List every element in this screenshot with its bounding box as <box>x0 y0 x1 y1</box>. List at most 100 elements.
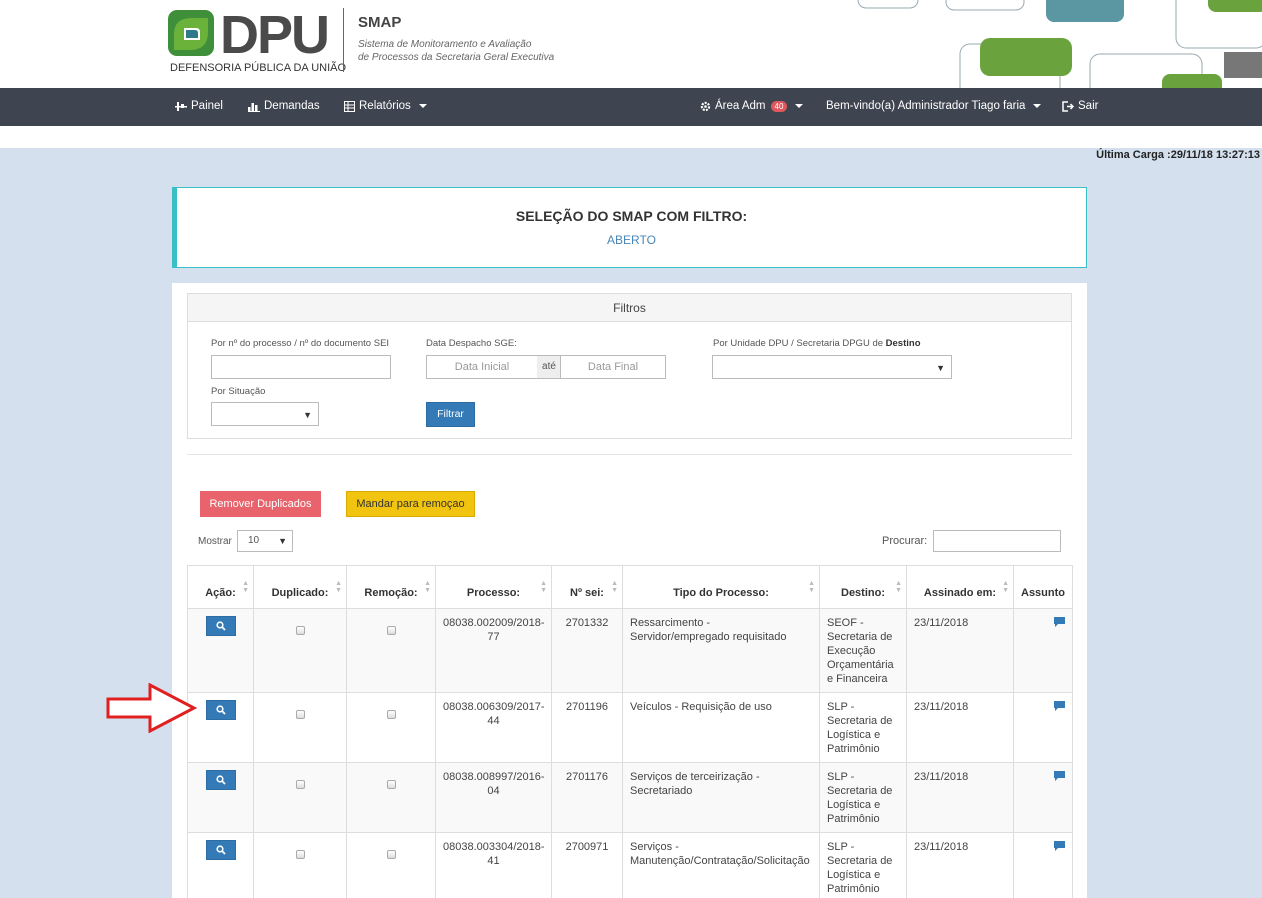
col-header-sei[interactable]: Nº sei: ▲ ▼ <box>551 565 623 609</box>
app-description-line1: Sistema de Monitoramento e Avaliação <box>358 39 532 50</box>
top-header: DPU DEFENSORIA PÚBLICA DA UNIÃO SMAP Sis… <box>0 0 1262 88</box>
divider <box>187 454 1072 455</box>
process-number: 08038.003304/2018-41 <box>435 832 552 898</box>
duplicate-checkbox[interactable] <box>295 710 305 719</box>
nav-demandas[interactable]: Demandas <box>248 100 320 112</box>
subject-cell <box>1013 608 1073 693</box>
comment-icon[interactable] <box>1054 841 1065 851</box>
nav-logout[interactable]: Sair <box>1062 100 1098 112</box>
comment-icon[interactable] <box>1054 701 1065 711</box>
content-panel: Filtros Por nº do processo / nº do docum… <box>172 283 1087 898</box>
last-load-timestamp: Última Carga :29/11/18 13:27:13 <box>1096 149 1260 161</box>
destination: SLP - Secretaria de Logística e Patrimôn… <box>819 692 907 763</box>
subheader-strip <box>0 126 1262 148</box>
action-cell <box>187 608 254 693</box>
col-header-duplicado[interactable]: Duplicado: ▲ ▼ <box>253 565 347 609</box>
situation-select[interactable]: ▼ <box>211 402 319 426</box>
col-header-label: Processo: <box>466 587 521 599</box>
col-header-processo[interactable]: Processo: ▲ ▼ <box>435 565 552 609</box>
col-header-tipo[interactable]: Tipo do Processo: ▲ ▼ <box>622 565 820 609</box>
comment-icon[interactable] <box>1054 771 1065 781</box>
search-icon <box>215 621 226 631</box>
notification-badge: 40 <box>770 100 788 112</box>
col-header-destino[interactable]: Destino: ▲ ▼ <box>819 565 907 609</box>
removal-checkbox[interactable] <box>386 626 396 635</box>
logout-icon <box>1062 100 1074 112</box>
process-type: Serviços - Manutenção/Contratação/Solici… <box>622 832 820 898</box>
situation-filter-label: Por Situação <box>211 386 266 397</box>
unit-filter-label-text: Por Unidade DPU / Secretaria DPGU de <box>713 338 886 349</box>
col-header-acao[interactable]: Ação: ▲ ▼ <box>187 565 254 609</box>
nav-user-menu[interactable]: Bem-vindo(a) Administrador Tiago faria <box>826 100 1042 112</box>
select-arrow-icon: ▼ <box>936 363 945 373</box>
filter-button[interactable]: Filtrar <box>426 402 475 427</box>
sort-icon: ▲ ▼ <box>611 580 618 594</box>
nav-logout-label: Sair <box>1078 100 1099 112</box>
removal-cell <box>346 762 436 833</box>
col-header-label: Nº sei: <box>570 587 604 599</box>
select-arrow-icon: ▼ <box>278 536 287 546</box>
sort-icon: ▲ ▼ <box>808 580 815 594</box>
removal-checkbox[interactable] <box>386 780 396 789</box>
duplicate-checkbox[interactable] <box>295 626 305 635</box>
col-header-label: Tipo do Processo: <box>673 587 769 599</box>
col-header-remocao[interactable]: Remoção: ▲ ▼ <box>346 565 436 609</box>
remove-duplicates-button[interactable]: Remover Duplicados <box>200 491 321 517</box>
view-details-button[interactable] <box>205 616 236 636</box>
dpu-logo[interactable]: DPU DEFENSORIA PÚBLICA DA UNIÃO <box>168 5 346 76</box>
page-size-select[interactable]: 10 ▼ <box>237 530 293 552</box>
duplicate-cell <box>253 692 347 763</box>
action-cell <box>187 762 254 833</box>
table-header-row: Ação: ▲ ▼ Duplicado: ▲ ▼ Remoção: ▲ ▼ Processo… <box>187 565 1073 609</box>
removal-cell <box>346 692 436 763</box>
col-header-assunto[interactable]: Assunto <box>1013 565 1073 609</box>
process-input[interactable] <box>211 355 391 379</box>
app-name: SMAP <box>358 14 402 31</box>
header-divider <box>343 8 344 72</box>
date-start-input[interactable]: Data Inicial <box>426 355 538 379</box>
sort-icon: ▲ ▼ <box>1002 580 1009 594</box>
chevron-down-icon <box>795 104 804 108</box>
status-label: ABERTO <box>607 233 656 247</box>
selection-title-panel: SELEÇÃO DO SMAP COM FILTRO: ABERTO <box>172 187 1087 268</box>
page-title: SELEÇÃO DO SMAP COM FILTRO: <box>515 208 748 224</box>
nav-area-adm[interactable]: Área Adm 40 <box>700 100 804 112</box>
col-header-label: Destino: <box>841 587 885 599</box>
nav-painel[interactable]: Painel <box>175 100 223 112</box>
view-details-button[interactable] <box>205 770 236 790</box>
table-row: 08038.006309/2017-44 2701196 Veículos - … <box>187 692 1073 763</box>
unit-select[interactable]: ▼ <box>712 355 952 379</box>
page-size-label: Mostrar <box>198 536 232 547</box>
removal-checkbox[interactable] <box>386 850 396 859</box>
subject-cell <box>1013 692 1073 763</box>
col-header-label: Assinado em: <box>923 587 997 599</box>
removal-cell <box>346 608 436 693</box>
bar-chart-icon <box>248 102 260 112</box>
view-details-button[interactable] <box>205 700 236 720</box>
process-number: 08038.008997/2016-04 <box>435 762 552 833</box>
removal-checkbox[interactable] <box>386 710 396 719</box>
dpu-logo-mark-icon <box>168 10 214 56</box>
signed-date: 23/11/2018 <box>906 692 1014 763</box>
sei-number: 2700971 <box>551 832 623 898</box>
duplicate-checkbox[interactable] <box>295 850 305 859</box>
nav-relatorios[interactable]: Relatórios <box>344 100 427 112</box>
date-end-input[interactable]: Data Final <box>560 355 666 379</box>
search-icon <box>215 775 226 785</box>
select-arrow-icon: ▼ <box>303 410 312 420</box>
subject-cell <box>1013 762 1073 833</box>
comment-icon[interactable] <box>1054 617 1065 627</box>
destination: SLP - Secretaria de Logística e Patrimôn… <box>819 832 907 898</box>
table-row: 08038.002009/2018-77 2701332 Ressarcimen… <box>187 608 1073 693</box>
col-header-assinado[interactable]: Assinado em: ▲ ▼ <box>906 565 1014 609</box>
sort-icon: ▲ ▼ <box>242 580 249 594</box>
process-type: Serviços de terceirização - Secretariado <box>622 762 820 833</box>
header-decoration <box>857 0 1262 88</box>
duplicate-checkbox[interactable] <box>295 780 305 789</box>
send-to-removal-button[interactable]: Mandar para remoçao <box>346 491 475 517</box>
view-details-button[interactable] <box>205 840 236 860</box>
annotation-arrow-icon <box>106 683 197 733</box>
table-row: 08038.008997/2016-04 2701176 Serviços de… <box>187 762 1073 833</box>
search-input[interactable] <box>933 530 1061 552</box>
nav-welcome-label: Bem-vindo(a) Administrador Tiago faria <box>826 100 1026 112</box>
